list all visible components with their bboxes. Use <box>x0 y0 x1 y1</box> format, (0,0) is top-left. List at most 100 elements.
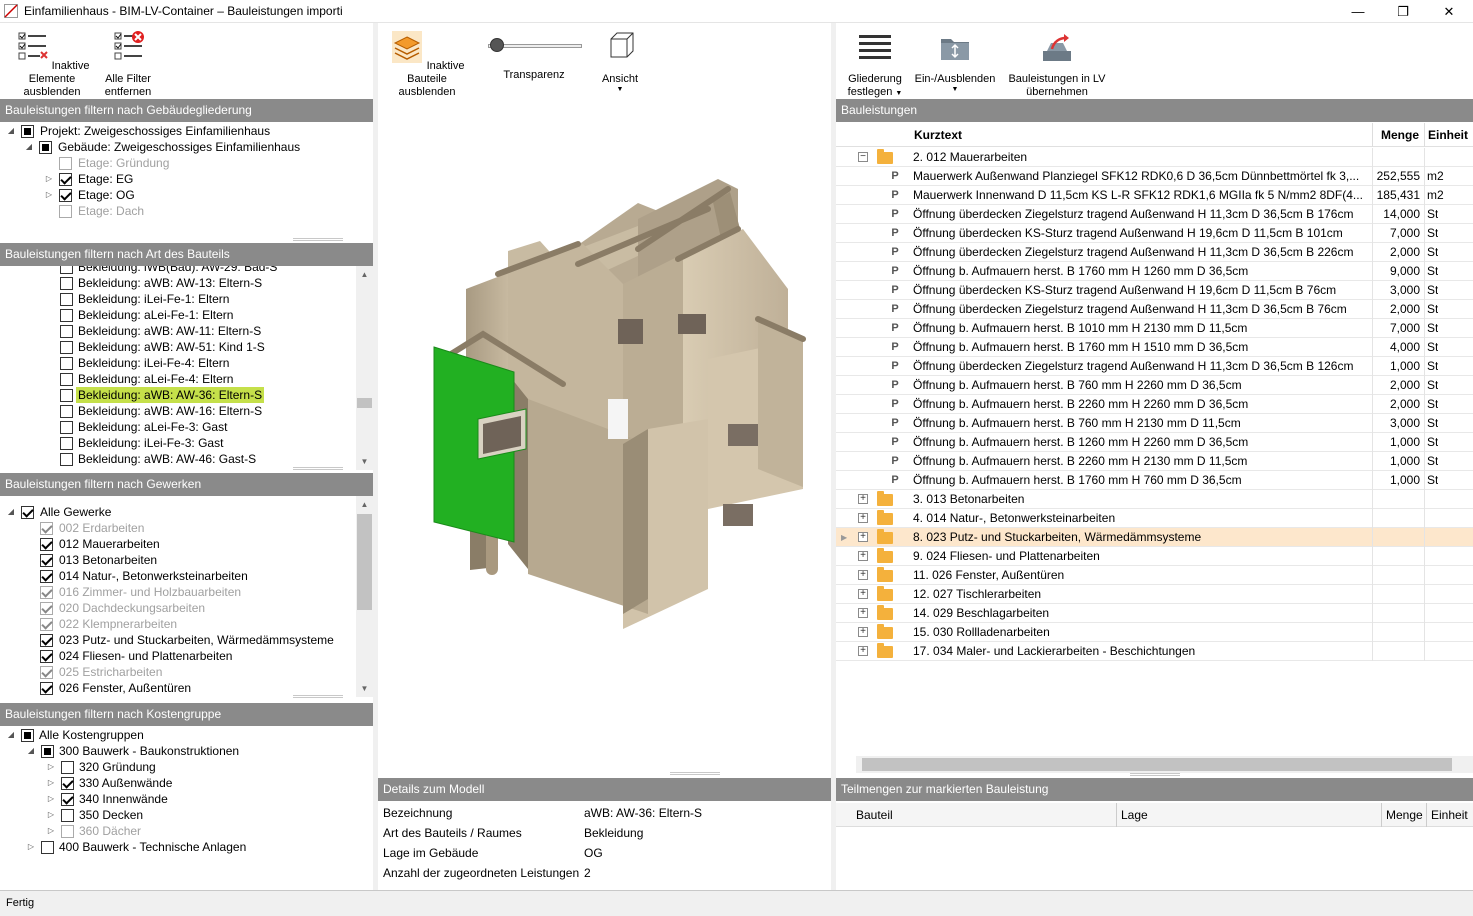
column-header-short-text[interactable]: Kurztext <box>914 123 962 147</box>
service-group-row[interactable]: +9. 024 Fliesen- und Plattenarbeiten <box>836 547 1473 566</box>
column-header-quantity[interactable]: Menge <box>1372 123 1419 147</box>
service-group-row[interactable]: +3. 013 Betonarbeiten <box>836 490 1473 509</box>
expand-toggle-icon[interactable]: ▷ <box>46 759 56 775</box>
scroll-up-arrow[interactable]: ▲ <box>356 266 373 283</box>
expand-toggle-icon[interactable]: + <box>858 608 868 618</box>
expand-toggle-icon[interactable]: + <box>858 646 868 656</box>
service-position-row[interactable]: P Öffnung überdecken KS-Sturz tragend Auß… <box>836 224 1473 243</box>
service-position-row[interactable]: P Öffnung b. Aufmauern herst. B 760 mm H … <box>836 414 1473 433</box>
tree-checkbox[interactable] <box>60 357 73 370</box>
scroll-down-arrow[interactable]: ▼ <box>356 680 373 697</box>
tree-checkbox[interactable] <box>40 554 53 567</box>
expand-toggle-icon[interactable]: + <box>858 532 868 542</box>
expand-toggle-icon[interactable]: ▷ <box>46 823 56 839</box>
tree-checkbox[interactable] <box>59 189 72 202</box>
show-hide-button[interactable]: Ein-/Ausblenden ▼ <box>912 29 998 94</box>
resize-grip[interactable] <box>670 772 720 775</box>
scroll-up-arrow[interactable]: ▲ <box>356 496 373 513</box>
tree-checkbox[interactable] <box>60 437 73 450</box>
tree-checkbox[interactable] <box>21 125 34 138</box>
close-button[interactable]: ✕ <box>1426 0 1472 23</box>
tree-checkbox[interactable] <box>41 745 54 758</box>
tree-checkbox[interactable] <box>40 538 53 551</box>
column-header-subquantity[interactable]: Menge <box>1381 803 1427 827</box>
tree-checkbox[interactable] <box>40 522 53 535</box>
service-group-row[interactable]: +4. 014 Natur-, Betonwerksteinarbeiten <box>836 509 1473 528</box>
service-position-row[interactable]: P Öffnung b. Aufmauern herst. B 760 mm H … <box>836 376 1473 395</box>
expand-toggle-icon[interactable]: ▷ <box>26 839 36 855</box>
tree-checkbox[interactable] <box>40 570 53 583</box>
tree-checkbox[interactable] <box>60 309 73 322</box>
service-group-row[interactable]: +17. 034 Maler- und Lackierarbeiten - Be… <box>836 642 1473 661</box>
tree-checkbox[interactable] <box>60 266 73 274</box>
hide-inactive-components-button[interactable]: Inaktive Bauteile ausblenden <box>382 29 472 99</box>
service-group-row[interactable]: +14. 029 Beschlagarbeiten <box>836 604 1473 623</box>
tree-checkbox[interactable] <box>60 421 73 434</box>
tree-checkbox[interactable] <box>40 650 53 663</box>
resize-grip[interactable] <box>293 238 343 241</box>
scroll-thumb[interactable] <box>357 398 372 408</box>
resize-grip[interactable] <box>293 467 343 470</box>
tree-checkbox[interactable] <box>21 506 34 519</box>
scroll-down-arrow[interactable]: ▼ <box>356 453 373 470</box>
tree-checkbox[interactable] <box>60 325 73 338</box>
component-type-scrollbar[interactable]: ▲ ▼ <box>356 266 373 470</box>
service-position-row[interactable]: P Öffnung b. Aufmauern herst. B 2260 mm H… <box>836 395 1473 414</box>
tree-checkbox[interactable] <box>59 157 72 170</box>
service-group-row[interactable]: − 2. 012 Mauerarbeiten <box>836 148 1473 167</box>
column-header-subunit[interactable]: Einheit <box>1426 803 1472 827</box>
transparency-slider[interactable] <box>482 29 584 65</box>
expand-toggle-icon[interactable]: + <box>858 627 868 637</box>
expand-toggle-icon[interactable]: + <box>858 494 868 504</box>
service-position-row[interactable]: P Öffnung überdecken Ziegelsturz tragend … <box>836 357 1473 376</box>
expand-toggle-icon[interactable]: ◢ <box>26 743 36 759</box>
expand-toggle-icon[interactable]: ◢ <box>6 123 16 139</box>
tree-checkbox[interactable] <box>60 277 73 290</box>
remove-all-filters-button[interactable]: Alle Filter entfernen <box>102 29 154 99</box>
expand-toggle-icon[interactable]: ◢ <box>24 139 34 155</box>
service-group-row[interactable]: +15. 030 Rollladenarbeiten <box>836 623 1473 642</box>
trades-scrollbar[interactable]: ▲ ▼ <box>356 496 373 697</box>
3d-model-viewport[interactable] <box>378 99 831 775</box>
resize-grip[interactable] <box>1130 773 1180 776</box>
tree-checkbox[interactable] <box>61 809 74 822</box>
tree-checkbox[interactable] <box>60 389 73 402</box>
service-position-row[interactable]: P Öffnung b. Aufmauern herst. B 1760 mm H… <box>836 262 1473 281</box>
tree-checkbox[interactable] <box>21 729 34 742</box>
expand-toggle-icon[interactable]: ▷ <box>44 187 54 203</box>
column-header-component[interactable]: Bauteil <box>856 808 893 822</box>
tree-checkbox[interactable] <box>40 618 53 631</box>
tree-checkbox[interactable] <box>41 841 54 854</box>
service-position-row[interactable]: P Öffnung b. Aufmauern herst. B 1010 mm H… <box>836 319 1473 338</box>
expand-toggle-icon[interactable]: + <box>858 513 868 523</box>
scroll-thumb[interactable] <box>357 514 372 610</box>
service-group-row[interactable]: ▶ +8. 023 Putz- und Stuckarbeiten, Wärmed… <box>836 528 1473 547</box>
collapse-toggle-icon[interactable]: ◢ <box>6 504 16 520</box>
service-position-row[interactable]: P Öffnung überdecken Ziegelsturz tragend … <box>836 205 1473 224</box>
service-position-row[interactable]: P Öffnung überdecken KS-Sturz tragend Auß… <box>836 281 1473 300</box>
resize-grip[interactable] <box>293 695 343 698</box>
tree-checkbox[interactable] <box>40 682 53 695</box>
services-horizontal-scrollbar[interactable] <box>856 756 1473 773</box>
apply-services-to-lv-button[interactable]: Bauleistungen in LV übernehmen <box>1006 29 1108 99</box>
expand-toggle-icon[interactable]: + <box>858 551 868 561</box>
tree-checkbox[interactable] <box>59 205 72 218</box>
expand-toggle-icon[interactable]: + <box>858 570 868 580</box>
scroll-thumb[interactable] <box>862 758 1452 771</box>
tree-checkbox[interactable] <box>61 825 74 838</box>
minimize-button[interactable]: — <box>1335 0 1381 23</box>
tree-checkbox[interactable] <box>40 602 53 615</box>
tree-checkbox[interactable] <box>61 793 74 806</box>
expand-toggle-icon[interactable]: ▷ <box>46 775 56 791</box>
expand-toggle-icon[interactable]: − <box>858 152 868 162</box>
tree-checkbox[interactable] <box>40 634 53 647</box>
service-group-row[interactable]: +12. 027 Tischlerarbeiten <box>836 585 1473 604</box>
slider-handle[interactable] <box>490 38 505 52</box>
service-position-row[interactable]: P Mauerwerk Innenwand D 11,5cm KS L-R SFK… <box>836 186 1473 205</box>
expand-toggle-icon[interactable]: + <box>858 589 868 599</box>
service-position-row[interactable]: P Öffnung überdecken Ziegelsturz tragend … <box>836 243 1473 262</box>
expand-toggle-icon[interactable]: ▷ <box>46 807 56 823</box>
tree-checkbox[interactable] <box>60 293 73 306</box>
service-position-row[interactable]: P Mauerwerk Außenwand Planziegel SFK12 RD… <box>836 167 1473 186</box>
service-position-row[interactable]: P Öffnung b. Aufmauern herst. B 1760 mm H… <box>836 471 1473 490</box>
